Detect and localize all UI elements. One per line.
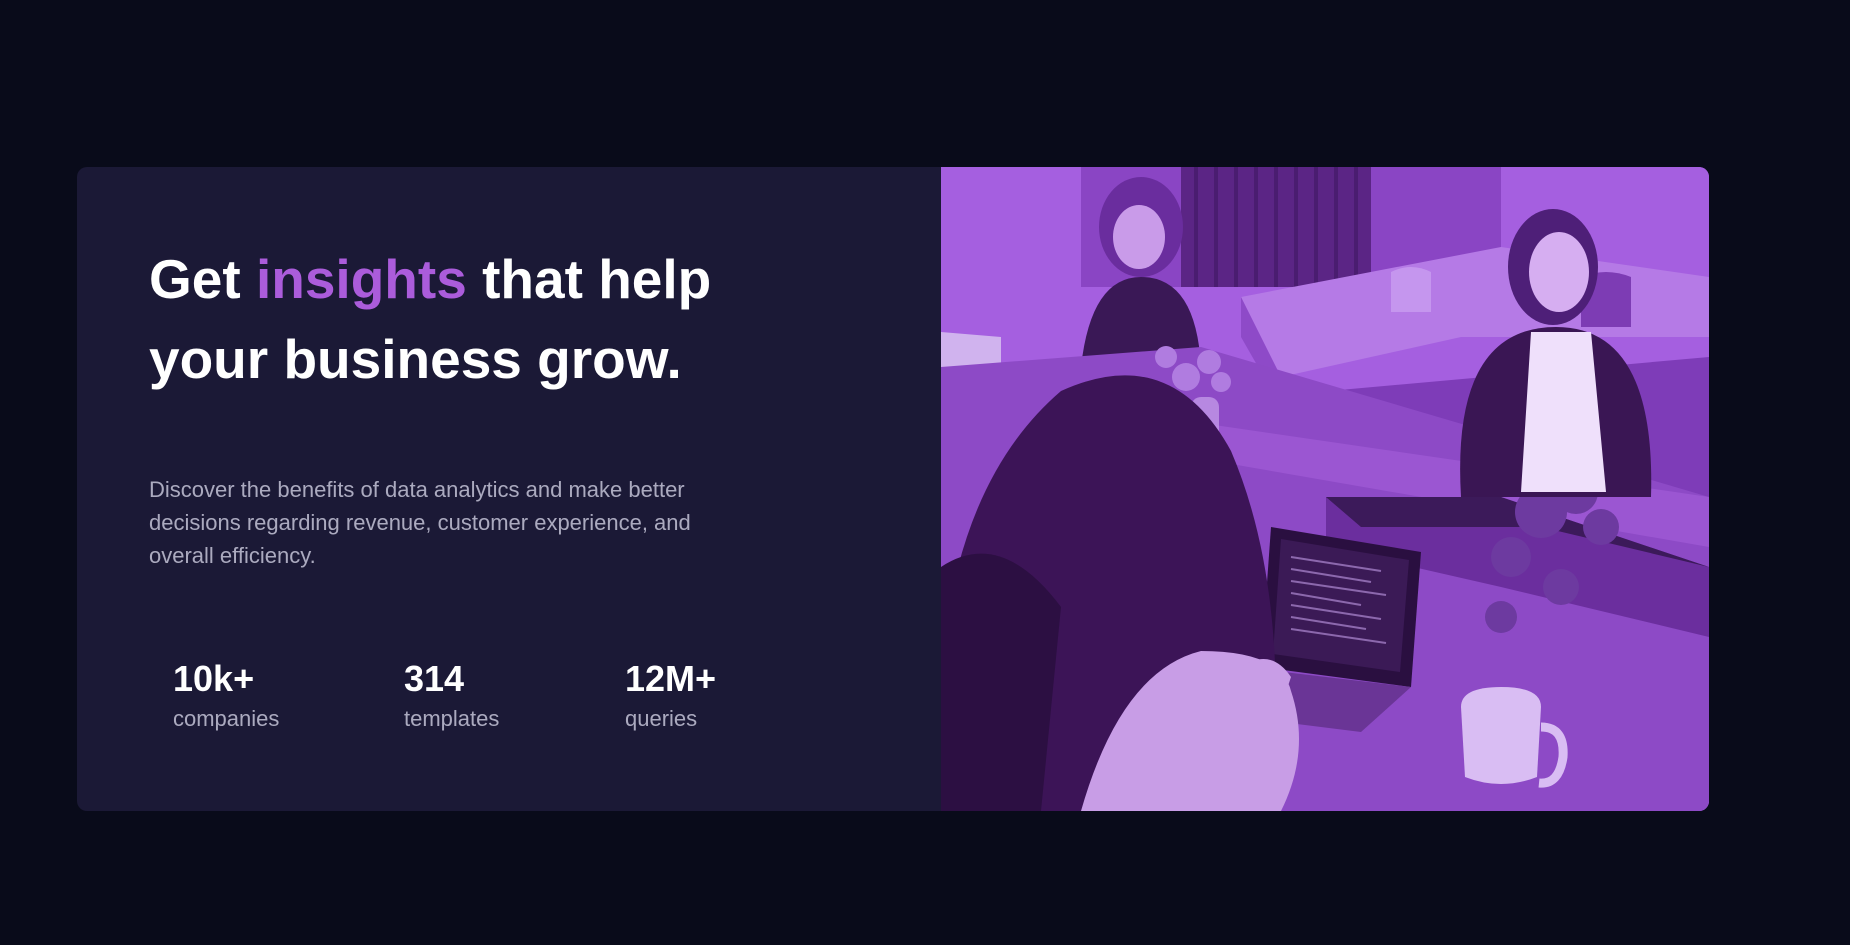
stat-label: companies (173, 706, 280, 731)
stat-queries: 12M+ queries (625, 657, 716, 735)
office-photo-illustration (941, 167, 1709, 811)
stat-value: 10k+ (173, 658, 255, 699)
hero-heading: Get insights that help your business gro… (149, 239, 789, 399)
stats-row: 10k+ companies 314 templates 12M+ querie… (173, 657, 793, 757)
hero-image (941, 167, 1709, 811)
stat-label: templates (404, 706, 500, 731)
stat-value: 12M+ (625, 658, 717, 699)
stat-companies: 10k+ companies (173, 657, 279, 735)
heading-accent: insights (255, 248, 467, 310)
stat-templates: 314 templates (404, 657, 499, 735)
heading-before: Get (149, 248, 241, 310)
hero-card: Get insights that help your business gro… (77, 167, 1709, 811)
hero-description: Discover the benefits of data analytics … (149, 477, 691, 568)
stat-value: 314 (404, 658, 465, 699)
stat-label: queries (625, 706, 698, 731)
hero-content: Get insights that help your business gro… (77, 167, 941, 811)
